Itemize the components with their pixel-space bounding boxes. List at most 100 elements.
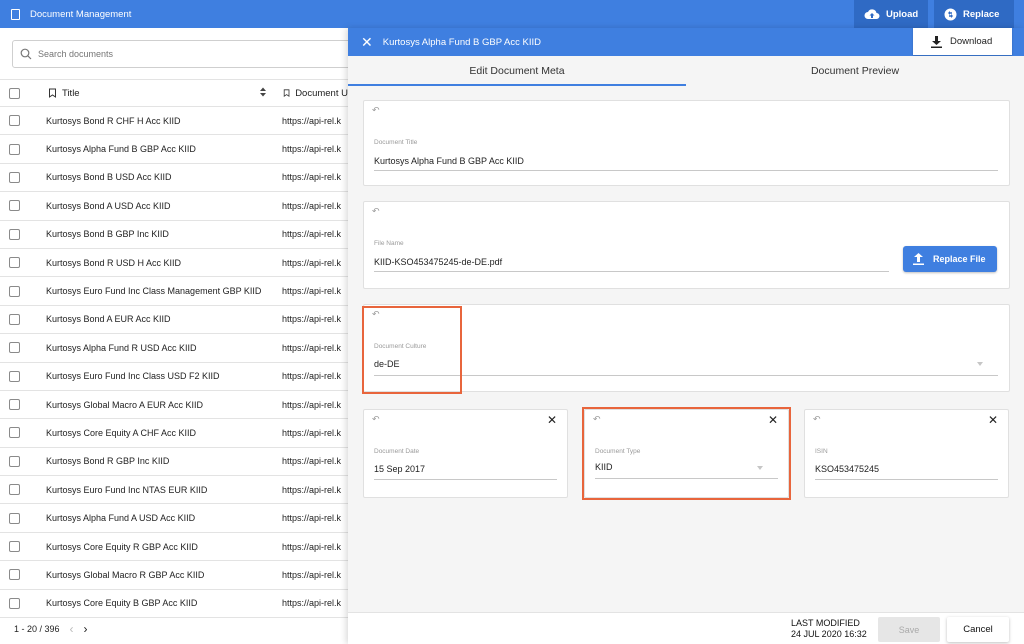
next-page-icon[interactable]: › (84, 622, 88, 636)
row-title: Kurtosys Alpha Fund B GBP Acc KIID (46, 144, 196, 155)
replace-button[interactable]: Replace (934, 0, 1014, 28)
field-underline (374, 479, 557, 480)
column-header-url[interactable]: Document U (283, 88, 348, 99)
undo-icon[interactable]: ↶ (372, 105, 380, 116)
isin-card: ↶ ✕ ISIN KSO453475245 (804, 409, 1009, 498)
row-checkbox[interactable] (9, 399, 20, 411)
field-underline (374, 271, 889, 272)
document-title-field[interactable]: Kurtosys Alpha Fund B GBP Acc KIID (374, 156, 524, 166)
cancel-button[interactable]: Cancel (947, 617, 1009, 642)
replace-icon (944, 8, 957, 20)
row-checkbox[interactable] (9, 512, 20, 524)
clear-icon[interactable]: ✕ (547, 414, 557, 426)
replace-file-label: Replace File (933, 254, 986, 264)
row-checkbox[interactable] (9, 541, 20, 553)
tab-document-preview[interactable]: Document Preview (686, 56, 1024, 86)
row-url: https://api-rel.k (282, 229, 342, 240)
field-underline (374, 375, 998, 376)
row-checkbox[interactable] (9, 484, 20, 496)
isin-field[interactable]: KSO453475245 (815, 464, 879, 474)
search-input[interactable] (38, 49, 318, 59)
table-row[interactable]: Kurtosys Core Equity R GBP Acc KIID https… (0, 533, 348, 562)
table-row[interactable]: Kurtosys Global Macro A EUR Acc KIID http… (0, 391, 348, 420)
file-name-field[interactable]: KIID-KSO453475245-de-DE.pdf (374, 257, 502, 267)
chevron-down-icon[interactable] (977, 362, 983, 366)
row-title: Kurtosys Bond R GBP Inc KIID (46, 456, 170, 467)
row-checkbox[interactable] (9, 455, 20, 467)
table-row[interactable]: Kurtosys Global Macro R GBP Acc KIID http… (0, 561, 348, 590)
row-checkbox[interactable] (9, 569, 20, 581)
table-row[interactable]: Kurtosys Bond R USD H Acc KIID https://ap… (0, 249, 348, 278)
undo-icon[interactable]: ↶ (372, 206, 380, 217)
search-box[interactable] (12, 40, 362, 68)
replace-file-button[interactable]: Replace File (903, 246, 997, 272)
row-title: Kurtosys Alpha Fund R USD Acc KIID (46, 342, 197, 353)
tab-edit-document-meta[interactable]: Edit Document Meta (348, 56, 686, 86)
row-url: https://api-rel.k (282, 115, 342, 126)
table-row[interactable]: Kurtosys Bond A USD Acc KIID https://api-… (0, 192, 348, 221)
table-row[interactable]: Kurtosys Alpha Fund B GBP Acc KIID https:… (0, 135, 348, 164)
bookmark-icon (283, 89, 290, 97)
row-checkbox[interactable] (9, 171, 20, 183)
row-title: Kurtosys Bond R CHF H Acc KIID (46, 115, 181, 126)
upload-label: Upload (886, 8, 919, 20)
row-checkbox[interactable] (9, 143, 20, 155)
document-date-label: Document Date (374, 448, 420, 455)
clear-icon[interactable]: ✕ (988, 414, 998, 426)
table-row[interactable]: Kurtosys Core Equity A CHF Acc KIID https… (0, 419, 348, 448)
panel-footer: LAST MODIFIED 24 JUL 2020 16:32 Save Can… (348, 612, 1024, 644)
edit-panel: ✕ Kurtosys Alpha Fund B GBP Acc KIID Dow… (348, 28, 1024, 644)
row-url: https://api-rel.k (282, 456, 342, 467)
row-url: https://api-rel.k (282, 598, 342, 609)
row-checkbox[interactable] (9, 342, 20, 354)
save-button[interactable]: Save (878, 617, 940, 642)
document-date-field[interactable]: 15 Sep 2017 (374, 464, 425, 474)
pagination-range: 1 - 20 / 396 (14, 624, 60, 634)
prev-page-icon[interactable]: ‹ (70, 622, 74, 636)
row-checkbox[interactable] (9, 228, 20, 240)
table-row[interactable]: Kurtosys Bond B USD Acc KIID https://api-… (0, 164, 348, 193)
last-modified: LAST MODIFIED 24 JUL 2020 16:32 (791, 618, 867, 640)
last-modified-label: LAST MODIFIED (791, 618, 860, 628)
sort-icon[interactable] (259, 87, 267, 99)
row-checkbox[interactable] (9, 257, 20, 269)
table-row[interactable]: Kurtosys Bond R GBP Inc KIID https://api-… (0, 448, 348, 477)
table-row[interactable]: Kurtosys Euro Fund Inc Class USD F2 KIID… (0, 363, 348, 391)
row-url: https://api-rel.k (282, 513, 342, 524)
row-checkbox[interactable] (9, 200, 20, 212)
close-icon[interactable]: ✕ (361, 35, 373, 49)
row-checkbox[interactable] (9, 370, 20, 382)
undo-icon[interactable]: ↶ (372, 414, 380, 425)
search-icon (20, 48, 32, 60)
row-url: https://api-rel.k (282, 541, 342, 552)
table-row[interactable]: Kurtosys Euro Fund Inc NTAS EUR KIID http… (0, 476, 348, 505)
row-checkbox[interactable] (9, 597, 20, 609)
row-title: Kurtosys Euro Fund Inc Class Management … (46, 286, 262, 297)
row-title: Kurtosys Alpha Fund A USD Acc KIID (46, 513, 196, 524)
document-list-pane: Title Document U Kurtosys Bond R CHF H A… (0, 28, 362, 644)
table-row[interactable]: Kurtosys Alpha Fund A USD Acc KIID https:… (0, 504, 348, 533)
row-url: https://api-rel.k (282, 427, 342, 438)
app-title: Document Management (30, 8, 132, 20)
table-row[interactable]: Kurtosys Alpha Fund R USD Acc KIID https:… (0, 334, 348, 363)
row-checkbox[interactable] (9, 313, 20, 325)
table-row[interactable]: Kurtosys Bond B GBP Inc KIID https://api-… (0, 221, 348, 249)
table-row[interactable]: Kurtosys Bond R CHF H Acc KIID https://ap… (0, 107, 348, 136)
row-title: Kurtosys Bond R USD H Acc KIID (46, 257, 182, 268)
undo-icon[interactable]: ↶ (813, 414, 821, 425)
upload-button[interactable]: Upload (854, 0, 928, 28)
row-checkbox[interactable] (9, 427, 20, 439)
row-checkbox[interactable] (9, 115, 20, 127)
table-row[interactable]: Kurtosys Euro Fund Inc Class Management … (0, 277, 348, 306)
select-all-checkbox[interactable] (9, 87, 20, 99)
column-header-title[interactable]: Title (48, 88, 80, 99)
download-button[interactable]: Download (913, 28, 1012, 55)
document-date-card: ↶ ✕ Document Date 15 Sep 2017 (363, 409, 568, 498)
row-title: Kurtosys Global Macro R GBP Acc KIID (46, 569, 205, 580)
row-checkbox[interactable] (9, 285, 20, 297)
table-row[interactable]: Kurtosys Bond A EUR Acc KIID https://api-… (0, 306, 348, 335)
replace-label: Replace (963, 8, 1000, 20)
cloud-upload-icon (864, 9, 880, 19)
row-title: Kurtosys Bond B USD Acc KIID (46, 172, 172, 183)
file-name-card: ↶ File Name KIID-KSO453475245-de-DE.pdf (363, 201, 1010, 289)
